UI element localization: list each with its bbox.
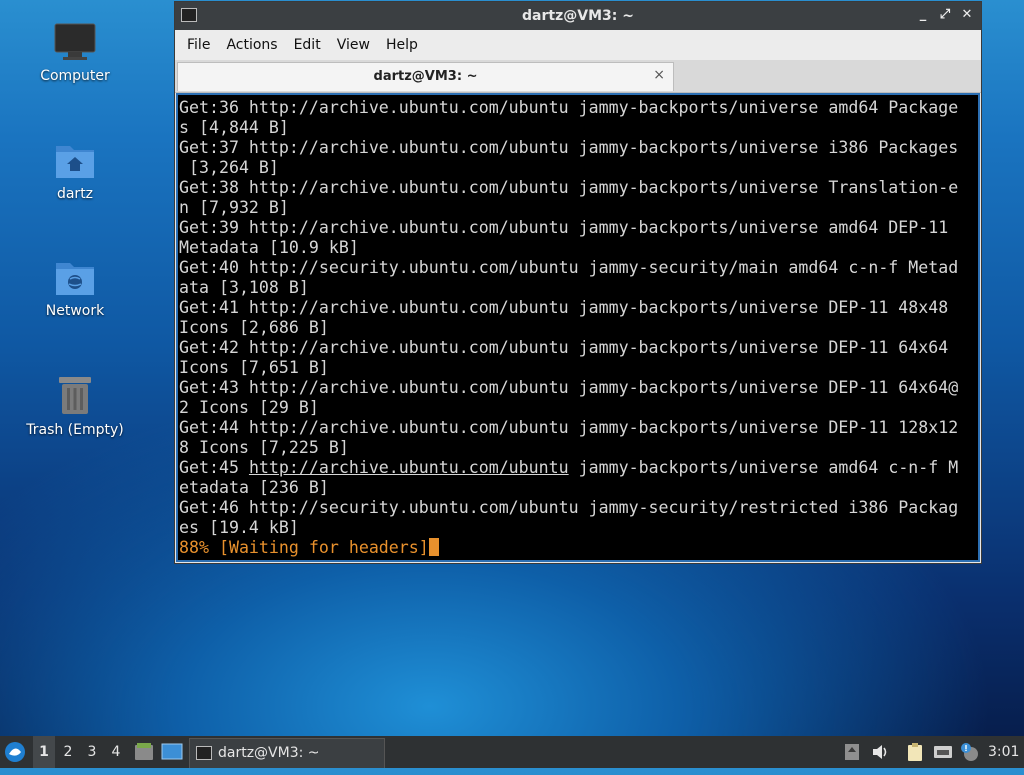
menu-view[interactable]: View (329, 37, 378, 53)
window-controls: _ ⤢ ✕ (915, 7, 975, 23)
menubar: File Actions Edit View Help (175, 30, 981, 60)
terminal-line: Get:41 http://archive.ubuntu.com/ubuntu … (179, 298, 949, 317)
computer-icon (54, 23, 96, 60)
task-terminal[interactable]: dartz@VM3: ~ (189, 738, 385, 768)
terminal-line: 2 Icons [29 B] (179, 398, 319, 417)
tab-label: dartz@VM3: ~ (373, 69, 478, 84)
terminal-line: Icons [2,686 B] (179, 318, 329, 337)
terminal-line: Get:43 http://archive.ubuntu.com/ubuntu … (179, 378, 959, 397)
file-manager-icon (135, 743, 153, 760)
taskbar: 1 2 3 4 dartz@VM3: ~ 3:01 (0, 736, 1024, 768)
desktop-icon-label: Trash (Empty) (26, 422, 124, 438)
desktop-icon-label: Computer (40, 68, 110, 84)
start-menu-icon (5, 742, 25, 762)
network-folder-icon (56, 263, 94, 295)
tab-terminal[interactable]: dartz@VM3: ~ × (177, 62, 674, 91)
menu-help[interactable]: Help (378, 37, 426, 53)
terminal-output[interactable]: Get:36 http://archive.ubuntu.com/ubuntu … (176, 93, 980, 562)
file-manager-launcher[interactable] (134, 736, 156, 768)
workspace-3[interactable]: 3 (81, 736, 103, 768)
terminal-cursor (428, 538, 439, 556)
terminal-line: [3,264 B] (179, 158, 279, 177)
menu-edit[interactable]: Edit (286, 37, 329, 53)
clipboard-icon[interactable] (905, 742, 925, 762)
menu-file[interactable]: File (179, 37, 218, 53)
workspace-2[interactable]: 2 (57, 736, 79, 768)
terminal-line: es [19.4 kB] (179, 518, 299, 537)
desktop-icon-computer[interactable]: Computer (20, 22, 130, 84)
terminal-line: s [4,844 B] (179, 118, 289, 137)
terminal-line: etadata [236 B] (179, 478, 329, 497)
terminal-window[interactable]: dartz@VM3: ~ _ ⤢ ✕ File Actions Edit Vie… (174, 1, 982, 564)
window-titlebar[interactable]: dartz@VM3: ~ _ ⤢ ✕ (175, 2, 981, 30)
desktop-icon-network[interactable]: Network (20, 257, 130, 319)
show-desktop-icon (161, 743, 183, 760)
terminal-line: Get:37 http://archive.ubuntu.com/ubuntu … (179, 138, 959, 157)
terminal-line-suffix: jammy-backports/universe amd64 c-n-f M (568, 458, 959, 477)
close-button[interactable]: ✕ (959, 7, 975, 23)
terminal-line: Get:38 http://archive.ubuntu.com/ubuntu … (179, 178, 959, 197)
desktop-icon-label: dartz (56, 186, 94, 202)
terminal-line: Get:44 http://archive.ubuntu.com/ubuntu … (179, 418, 959, 437)
trash-icon (59, 377, 91, 414)
network-icon[interactable] (933, 742, 953, 762)
workspace-4[interactable]: 4 (105, 736, 127, 768)
task-label: dartz@VM3: ~ (218, 745, 320, 761)
tab-bar: dartz@VM3: ~ × (175, 60, 981, 93)
terminal-line-prefix: Get:45 (179, 458, 249, 477)
terminal-line: Get:36 http://archive.ubuntu.com/ubuntu … (179, 98, 959, 117)
desktop-icon-trash[interactable]: Trash (Empty) (20, 374, 130, 438)
terminal-line: Metadata [10.9 kB] (179, 238, 359, 257)
tab-close-icon[interactable]: × (653, 67, 665, 83)
start-menu-button[interactable] (4, 736, 30, 768)
terminal-line: Get:42 http://archive.ubuntu.com/ubuntu … (179, 338, 949, 357)
desktop-icon-home-folder[interactable]: dartz (20, 140, 130, 202)
terminal-line: n [7,932 B] (179, 198, 289, 217)
terminal-line: Icons [7,651 B] (179, 358, 329, 377)
terminal-line: Get:40 http://security.ubuntu.com/ubuntu… (179, 258, 959, 277)
window-title: dartz@VM3: ~ (522, 8, 634, 24)
home-folder-icon (56, 146, 94, 178)
notification-icon[interactable] (960, 742, 980, 762)
show-desktop-button[interactable] (161, 736, 185, 768)
progress-status: 88% [Waiting for headers] (179, 538, 429, 557)
volume-icon[interactable] (870, 742, 890, 762)
terminal-task-icon (196, 746, 212, 760)
desktop-icon-label: Network (45, 303, 105, 319)
terminal-line: Get:39 http://archive.ubuntu.com/ubuntu … (179, 218, 949, 237)
maximize-button[interactable]: ⤢ (937, 7, 953, 23)
terminal-hyperlink[interactable]: http://archive.ubuntu.com/ubuntu (249, 458, 569, 477)
minimize-button[interactable]: _ (915, 7, 931, 23)
menu-actions[interactable]: Actions (218, 37, 285, 53)
terminal-line: 8 Icons [7,225 B] (179, 438, 349, 457)
terminal-line: ata [3,108 B] (179, 278, 309, 297)
update-notifier-icon[interactable] (842, 742, 862, 762)
workspace-1[interactable]: 1 (33, 736, 55, 768)
terminal-line: Get:46 http://security.ubuntu.com/ubuntu… (179, 498, 959, 517)
clock[interactable]: 3:01 (988, 736, 1019, 768)
